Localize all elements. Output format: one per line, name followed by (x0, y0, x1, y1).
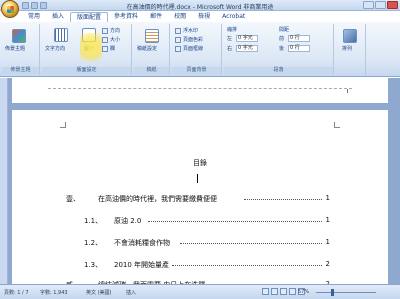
ribbon: 佈景主題 佈景主題 文字方向 邊界 方向 大小 欄 版面設定 稿紙設定 稿紙 浮… (0, 22, 400, 77)
page-borders-icon (175, 45, 181, 52)
zoom-slider-thumb[interactable] (330, 289, 334, 296)
language-indicator[interactable]: 英文 (美國) (86, 289, 112, 296)
tab-view[interactable]: 檢視 (192, 12, 216, 22)
watermark-icon (175, 27, 181, 34)
toc-title: 目錄 (193, 159, 207, 167)
page-borders-button[interactable]: 頁面框線 (175, 45, 203, 52)
close-button[interactable] (387, 1, 398, 9)
indent-left-label: 左 (227, 36, 233, 42)
full-screen-icon[interactable] (271, 288, 278, 295)
text-direction-label[interactable]: 文字方向 (45, 45, 65, 52)
spacing-before-label: 前 (279, 36, 285, 42)
page-background-group: 浮水印 頁面色彩 頁面框線 頁面背景 (172, 24, 222, 75)
arrange-icon[interactable] (343, 29, 357, 43)
themes-group-label: 佈景主題 (2, 67, 39, 74)
draft-paper-icon[interactable] (145, 29, 159, 43)
orientation-icon (102, 27, 108, 34)
draft-group-label: 稿紙 (134, 67, 169, 74)
minimize-button[interactable] (363, 1, 374, 9)
indent-right-input[interactable]: 0 字元 (236, 45, 258, 52)
tab-references[interactable]: 參考資料 (108, 12, 144, 22)
outline-icon[interactable] (289, 288, 296, 295)
arrange-group: 排列 (336, 24, 366, 75)
tab-home[interactable]: 常用 (22, 12, 46, 22)
vertical-ruler (0, 78, 8, 284)
spacing-after-input[interactable]: 0 行 (288, 45, 310, 52)
print-layout-icon[interactable] (262, 288, 269, 295)
previous-page (12, 78, 388, 103)
window-title: 在高油價的時代裡.docx - Microsoft Word 非商業用途 (126, 4, 274, 11)
text-cursor (197, 174, 198, 183)
indent-right-label: 右 (227, 46, 233, 52)
page-background-group-label: 頁面背景 (172, 67, 221, 74)
zoom-level[interactable]: 57% (298, 289, 309, 295)
page-count[interactable]: 頁數: 1 / 7 (4, 289, 29, 296)
tab-acrobat[interactable]: Acrobat (216, 12, 251, 22)
indent-label: 縮排 (227, 27, 238, 33)
window-controls (363, 1, 398, 9)
margin-corner-mark (334, 122, 340, 128)
paragraph-group: 縮排 左 0 字元 右 0 字元 間距 前 0 行 後 0 行 段落 (224, 24, 334, 75)
toc-leader (180, 238, 322, 244)
click-highlight (80, 33, 102, 61)
draft-label[interactable]: 稿紙設定 (137, 45, 157, 52)
toc-leader (244, 194, 322, 200)
maximize-button[interactable] (375, 1, 386, 9)
page-color-button[interactable]: 頁面色彩 (175, 36, 203, 43)
tab-insert[interactable]: 插入 (46, 12, 70, 22)
tab-page-layout[interactable]: 版面配置 (70, 12, 109, 22)
page-setup-group-label: 版面設定 (42, 67, 131, 74)
title-bar: 在高油價的時代裡.docx - Microsoft Word 非商業用途 (0, 0, 400, 11)
tab-mailings[interactable]: 郵件 (144, 12, 168, 22)
themes-icon[interactable] (12, 29, 26, 43)
toc-entry[interactable]: 1.1、 原油 2.0 1 (12, 216, 388, 226)
toc-entry[interactable]: 1.2、 不會消耗糧食作物 1 (12, 238, 388, 248)
paragraph-group-label: 段落 (224, 67, 333, 74)
indent-left-input[interactable]: 0 字元 (236, 35, 258, 42)
ribbon-tabs: 常用 插入 版面配置 參考資料 郵件 校閱 檢視 Acrobat (22, 12, 251, 22)
text-direction-icon[interactable] (54, 28, 68, 42)
draft-group: 稿紙設定 稿紙 (134, 24, 170, 75)
toc-leader (148, 216, 322, 222)
insert-mode[interactable]: 插入 (126, 289, 136, 296)
zoom-slider[interactable] (316, 292, 376, 293)
page-color-icon (175, 36, 181, 43)
columns-icon (102, 45, 108, 52)
status-bar: 頁數: 1 / 7 字數: 1,943 英文 (美國) 插入 57% (0, 284, 400, 299)
arrange-label[interactable]: 排列 (342, 45, 352, 52)
orientation-button[interactable]: 方向 (102, 27, 120, 34)
themes-group: 佈景主題 佈景主題 (2, 24, 40, 75)
columns-button[interactable]: 欄 (102, 45, 115, 52)
toc-leader (172, 260, 322, 266)
toc-entry[interactable]: 壹、 在高油價的時代裡，我們需要繳費便便 1 (12, 194, 388, 204)
document-workspace[interactable]: 目錄 壹、 在高油價的時代裡，我們需要繳費便便 1 1.1、 原油 2.0 1 … (0, 78, 400, 289)
toc-entry[interactable]: 1.3、 2010 年開始量產 2 (12, 260, 388, 270)
watermark-button[interactable]: 浮水印 (175, 27, 198, 34)
tab-review[interactable]: 校閱 (168, 12, 192, 22)
web-layout-icon[interactable] (280, 288, 287, 295)
size-icon (102, 36, 108, 43)
page-break-line (48, 88, 352, 89)
spacing-after-label: 後 (279, 46, 285, 52)
paragraph-mark (347, 89, 350, 93)
document-page[interactable]: 目錄 壹、 在高油價的時代裡，我們需要繳費便便 1 1.1、 原油 2.0 1 … (12, 110, 388, 289)
spacing-label: 間距 (279, 27, 290, 33)
margin-corner-mark (60, 122, 66, 128)
spacing-before-input[interactable]: 0 行 (288, 35, 310, 42)
size-button[interactable]: 大小 (102, 36, 120, 43)
office-button[interactable] (1, 0, 19, 18)
themes-label[interactable]: 佈景主題 (5, 45, 25, 52)
word-count[interactable]: 字數: 1,943 (40, 289, 68, 296)
